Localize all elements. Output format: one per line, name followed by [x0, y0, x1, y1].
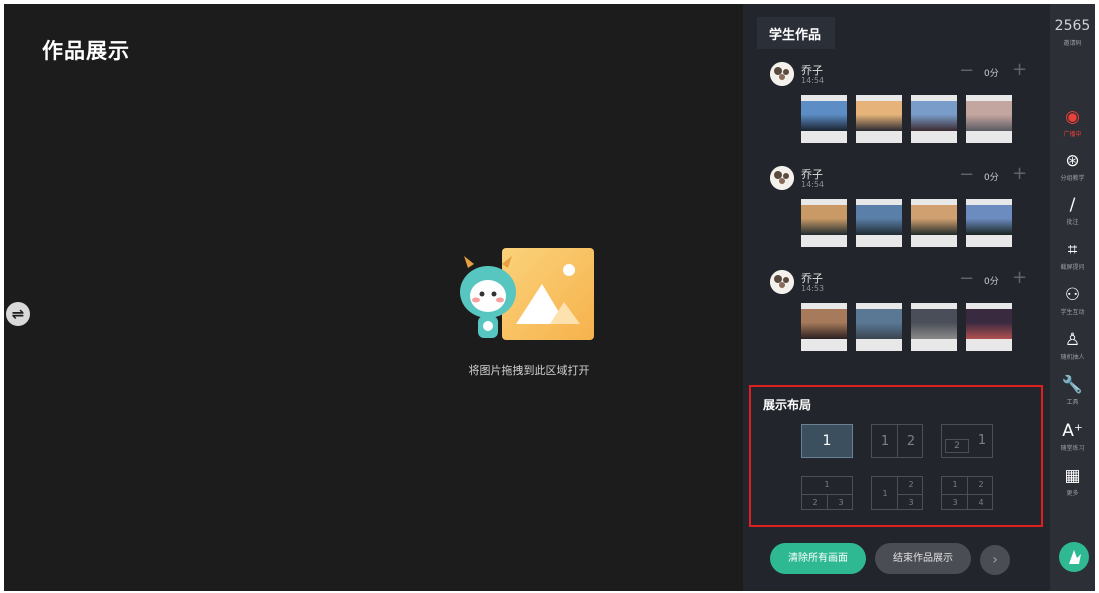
layout-cell: 1 — [824, 480, 830, 489]
score-value: 0分 — [984, 173, 999, 183]
layout-cell: 2 — [954, 441, 960, 451]
tool-practice[interactable]: A⁺ 随堂练习 — [1050, 420, 1095, 458]
group-teaching-icon: ⊛ — [1065, 151, 1080, 171]
layout-option-4[interactable]: 1 2 3 — [801, 476, 853, 510]
student-entry-header: 乔子 14:53−0分 + — [770, 269, 1035, 298]
layout-cell: 3 — [838, 498, 844, 507]
layout-option-5[interactable]: 1 2 3 — [871, 476, 923, 510]
layout-cell: 3 — [908, 498, 914, 507]
work-thumbnail[interactable] — [801, 199, 847, 247]
layout-option-3[interactable]: 2 1 — [941, 424, 993, 458]
score-minus-icon[interactable]: − — [959, 62, 974, 80]
chevron-right-icon[interactable]: › — [980, 545, 1010, 575]
score-value: 0分 — [984, 277, 999, 287]
avatar — [770, 270, 794, 294]
submit-time: 14:53 — [801, 284, 825, 293]
work-thumbnails — [801, 95, 1013, 143]
broadcast-icon: ◉ — [1065, 107, 1080, 127]
app-logo-icon — [1069, 550, 1081, 564]
score-plus-icon[interactable]: + — [1012, 165, 1027, 183]
layout-cell: 2 — [906, 434, 916, 449]
tool-label: 分组教学 — [1060, 175, 1085, 182]
avatar — [770, 166, 794, 190]
wrench-icon: 🔧 — [1061, 375, 1084, 395]
grid-more-icon: ▦ — [1064, 466, 1081, 486]
image-placeholder-illustration — [460, 248, 594, 340]
layout-cell: 2 — [812, 498, 818, 507]
layout-option-2[interactable]: 1 2 — [871, 424, 923, 458]
score-plus-icon[interactable]: + — [1012, 269, 1027, 287]
tool-label: 学生互动 — [1060, 309, 1085, 316]
app-logo-button[interactable] — [1059, 542, 1089, 572]
tool-broadcast[interactable]: ◉ 广播中 — [1050, 106, 1095, 144]
tool-label: 工具 — [1066, 399, 1079, 406]
score-minus-icon[interactable]: − — [959, 270, 974, 288]
work-thumbnail[interactable] — [966, 95, 1012, 143]
layout-divider — [898, 494, 922, 495]
work-thumbnails — [801, 303, 1013, 351]
annotate-pen-icon: ∕ — [1069, 195, 1076, 215]
layout-option-6[interactable]: 1 2 3 4 — [941, 476, 993, 510]
student-entry-header: 乔子 14:54−0分 + — [770, 61, 1035, 90]
end-showcase-button[interactable]: 结束作品展示 — [875, 543, 971, 574]
work-thumbnail[interactable] — [966, 199, 1012, 247]
practice-icon: A⁺ — [1062, 421, 1083, 441]
work-thumbnails — [801, 199, 1013, 247]
work-thumbnail[interactable] — [801, 303, 847, 351]
score-value: 0分 — [984, 69, 999, 79]
student-works-panel: 学生作品 乔子 14:54−0分 + 乔子 14:54−0分 + 乔子 14:53−0分 + 展… — [743, 4, 1050, 591]
layout-cell: 1 — [952, 480, 958, 489]
tool-label: 广播中 — [1063, 131, 1082, 138]
right-toolbar: 2565 邀请码 ◉ 广播中 ⊛ 分组教学 ∕ 批注 ⌗ 截屏提问 ⚇ 学生互动 ♙ 随机抽人 🔧 工具 A… — [1050, 4, 1095, 591]
work-thumbnail[interactable] — [856, 199, 902, 247]
tool-label: 随堂练习 — [1060, 445, 1085, 452]
work-thumbnail[interactable] — [966, 303, 1012, 351]
workspace: 作品展示 ⇌ 将图片拖拽到此区域打开 学生作品 乔子 14:54−0分 + 乔子 14:… — [4, 4, 1095, 591]
score-plus-icon[interactable]: + — [1012, 61, 1027, 79]
swap-icon[interactable]: ⇌ — [6, 302, 30, 326]
invite-code: 2565 — [1054, 18, 1091, 34]
drop-hint: 将图片拖拽到此区域打开 — [468, 364, 590, 377]
layout-cell: 1 — [977, 433, 987, 448]
work-thumbnail[interactable] — [856, 303, 902, 351]
layout-cell: 1 — [880, 434, 890, 449]
layout-cell: 2 — [908, 480, 914, 489]
score-minus-icon[interactable]: − — [959, 166, 974, 184]
crop-icon: ⌗ — [1067, 240, 1078, 260]
tool-label: 批注 — [1066, 219, 1079, 226]
tool-label: 随机抽人 — [1060, 354, 1085, 361]
work-thumbnail[interactable] — [911, 199, 957, 247]
tool-label: 截屏提问 — [1060, 264, 1085, 271]
tab-student-works[interactable]: 学生作品 — [757, 17, 835, 49]
work-thumbnail[interactable] — [856, 95, 902, 143]
submit-time: 14:54 — [801, 180, 825, 189]
page-title: 作品展示 — [42, 39, 130, 63]
layout-cell: 1 — [882, 489, 888, 498]
tool-grid-more[interactable]: ▦ 更多 — [1050, 465, 1095, 503]
layout-option-1[interactable]: 1 — [801, 424, 853, 458]
tool-wrench[interactable]: 🔧 工具 — [1050, 374, 1095, 412]
layout-cell: 2 — [978, 480, 984, 489]
work-thumbnail[interactable] — [911, 303, 957, 351]
tool-interaction[interactable]: ⚇ 学生互动 — [1050, 284, 1095, 322]
layout-cell: 3 — [952, 498, 958, 507]
avatar — [770, 62, 794, 86]
interaction-icon: ⚇ — [1064, 285, 1081, 305]
layout-cell: 1 — [822, 433, 832, 449]
tool-annotate-pen[interactable]: ∕ 批注 — [1050, 194, 1095, 232]
student-entry-header: 乔子 14:54−0分 + — [770, 165, 1035, 194]
invite-code-label: 邀请码 — [1063, 40, 1082, 47]
tool-random-person[interactable]: ♙ 随机抽人 — [1050, 329, 1095, 367]
layout-title: 展示布局 — [763, 398, 812, 412]
clear-all-button[interactable]: 清除所有画面 — [770, 543, 866, 574]
tool-group-teaching[interactable]: ⊛ 分组教学 — [1050, 150, 1095, 188]
tool-label: 更多 — [1066, 490, 1079, 497]
submit-time: 14:54 — [801, 76, 825, 85]
tool-crop[interactable]: ⌗ 截屏提问 — [1050, 239, 1095, 277]
layout-cell: 4 — [978, 498, 984, 507]
work-thumbnail[interactable] — [911, 95, 957, 143]
random-person-icon: ♙ — [1064, 330, 1081, 350]
work-thumbnail[interactable] — [801, 95, 847, 143]
